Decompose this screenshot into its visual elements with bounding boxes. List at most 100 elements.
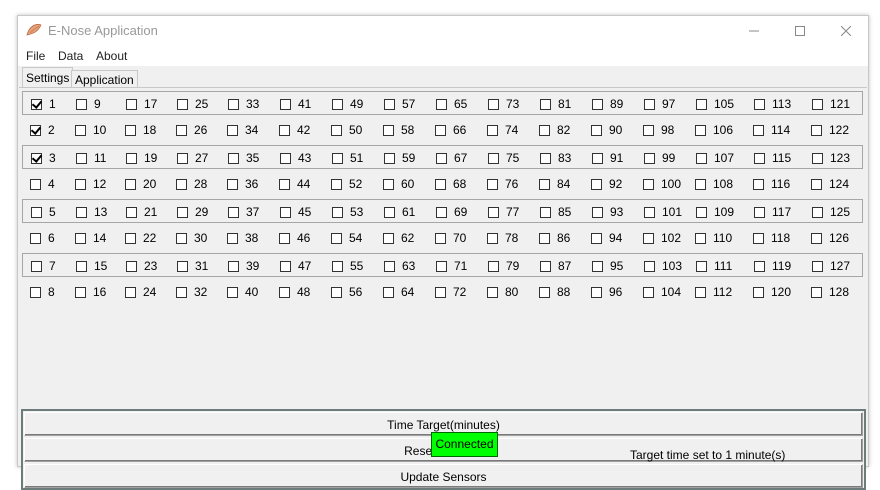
sensor-checkbox[interactable]: 9: [76, 97, 101, 111]
sensor-checkbox[interactable]: 100: [643, 177, 681, 191]
checkbox-unchecked-icon[interactable]: [487, 124, 498, 136]
sensor-checkbox[interactable]: 24: [125, 285, 156, 299]
checkbox-unchecked-icon[interactable]: [754, 98, 765, 110]
checkbox-unchecked-icon[interactable]: [176, 232, 187, 244]
checkbox-unchecked-icon[interactable]: [279, 124, 290, 136]
sensor-checkbox[interactable]: 62: [383, 231, 414, 245]
sensor-checkbox[interactable]: 4: [30, 177, 55, 191]
sensor-checkbox[interactable]: 75: [488, 151, 519, 165]
sensor-checkbox[interactable]: 45: [280, 205, 311, 219]
sensor-checkbox[interactable]: 22: [125, 231, 156, 245]
checkbox-unchecked-icon[interactable]: [591, 286, 602, 298]
checkbox-unchecked-icon[interactable]: [540, 152, 551, 164]
sensor-checkbox[interactable]: 115: [754, 151, 791, 165]
sensor-checkbox[interactable]: 64: [383, 285, 414, 299]
checkbox-unchecked-icon[interactable]: [540, 206, 551, 218]
sensor-checkbox[interactable]: 106: [695, 123, 733, 137]
sensor-checkbox[interactable]: 26: [176, 123, 207, 137]
checkbox-unchecked-icon[interactable]: [76, 260, 87, 272]
sensor-checkbox[interactable]: 116: [753, 177, 790, 191]
checkbox-unchecked-icon[interactable]: [539, 286, 550, 298]
sensor-checkbox[interactable]: 105: [696, 97, 734, 111]
sensor-checkbox[interactable]: 71: [436, 259, 467, 273]
sensor-checkbox[interactable]: 35: [228, 151, 259, 165]
sensor-checkbox[interactable]: 88: [539, 285, 570, 299]
sensor-checkbox[interactable]: 55: [332, 259, 363, 273]
checkbox-checked-icon[interactable]: [31, 98, 42, 110]
sensor-checkbox[interactable]: 77: [488, 205, 519, 219]
menu-file[interactable]: File: [26, 49, 45, 63]
sensor-checkbox[interactable]: 12: [75, 177, 106, 191]
sensor-checkbox[interactable]: 5: [31, 205, 56, 219]
sensor-checkbox[interactable]: 33: [228, 97, 259, 111]
checkbox-unchecked-icon[interactable]: [227, 232, 238, 244]
sensor-checkbox[interactable]: 89: [592, 97, 623, 111]
sensor-checkbox[interactable]: 38: [227, 231, 258, 245]
checkbox-unchecked-icon[interactable]: [331, 178, 342, 190]
sensor-checkbox[interactable]: 122: [811, 123, 849, 137]
checkbox-unchecked-icon[interactable]: [643, 124, 654, 136]
sensor-checkbox[interactable]: 61: [384, 205, 415, 219]
checkbox-unchecked-icon[interactable]: [177, 260, 188, 272]
checkbox-unchecked-icon[interactable]: [75, 178, 86, 190]
checkbox-checked-icon[interactable]: [31, 152, 42, 164]
sensor-checkbox[interactable]: 72: [435, 285, 466, 299]
sensor-checkbox[interactable]: 92: [591, 177, 622, 191]
sensor-checkbox[interactable]: 1: [31, 97, 56, 111]
checkbox-unchecked-icon[interactable]: [279, 286, 290, 298]
sensor-checkbox[interactable]: 23: [126, 259, 157, 273]
tab-settings[interactable]: Settings: [22, 67, 74, 88]
sensor-checkbox[interactable]: 123: [812, 151, 850, 165]
sensor-checkbox[interactable]: 60: [383, 177, 414, 191]
sensor-checkbox[interactable]: 86: [539, 231, 570, 245]
checkbox-unchecked-icon[interactable]: [695, 124, 706, 136]
checkbox-unchecked-icon[interactable]: [591, 232, 602, 244]
checkbox-unchecked-icon[interactable]: [383, 178, 394, 190]
checkbox-unchecked-icon[interactable]: [331, 232, 342, 244]
sensor-checkbox[interactable]: 93: [592, 205, 623, 219]
sensor-checkbox[interactable]: 15: [76, 259, 107, 273]
tab-application[interactable]: Application: [71, 70, 138, 88]
checkbox-unchecked-icon[interactable]: [125, 124, 136, 136]
sensor-checkbox[interactable]: 19: [126, 151, 157, 165]
checkbox-unchecked-icon[interactable]: [126, 152, 137, 164]
sensor-checkbox[interactable]: 21: [126, 205, 157, 219]
sensor-checkbox[interactable]: 87: [540, 259, 571, 273]
sensor-checkbox[interactable]: 57: [384, 97, 415, 111]
checkbox-unchecked-icon[interactable]: [488, 98, 499, 110]
sensor-checkbox[interactable]: 48: [279, 285, 310, 299]
sensor-checkbox[interactable]: 53: [332, 205, 363, 219]
checkbox-unchecked-icon[interactable]: [811, 286, 822, 298]
sensor-checkbox[interactable]: 76: [487, 177, 518, 191]
checkbox-unchecked-icon[interactable]: [331, 124, 342, 136]
checkbox-unchecked-icon[interactable]: [279, 232, 290, 244]
checkbox-unchecked-icon[interactable]: [592, 152, 603, 164]
checkbox-unchecked-icon[interactable]: [754, 152, 765, 164]
sensor-checkbox[interactable]: 108: [695, 177, 733, 191]
checkbox-unchecked-icon[interactable]: [812, 98, 823, 110]
checkbox-unchecked-icon[interactable]: [754, 206, 765, 218]
checkbox-unchecked-icon[interactable]: [436, 260, 447, 272]
checkbox-unchecked-icon[interactable]: [811, 232, 822, 244]
menu-about[interactable]: About: [96, 49, 127, 63]
checkbox-unchecked-icon[interactable]: [176, 124, 187, 136]
checkbox-unchecked-icon[interactable]: [812, 206, 823, 218]
minimize-button[interactable]: [731, 16, 777, 46]
checkbox-unchecked-icon[interactable]: [227, 286, 238, 298]
checkbox-unchecked-icon[interactable]: [228, 152, 239, 164]
checkbox-unchecked-icon[interactable]: [30, 232, 41, 244]
checkbox-unchecked-icon[interactable]: [695, 178, 706, 190]
checkbox-unchecked-icon[interactable]: [591, 124, 602, 136]
sensor-checkbox[interactable]: 56: [331, 285, 362, 299]
sensor-checkbox[interactable]: 17: [126, 97, 157, 111]
checkbox-unchecked-icon[interactable]: [643, 232, 654, 244]
sensor-checkbox[interactable]: 7: [31, 259, 56, 273]
checkbox-unchecked-icon[interactable]: [280, 98, 291, 110]
sensor-checkbox[interactable]: 29: [177, 205, 208, 219]
sensor-checkbox[interactable]: 40: [227, 285, 258, 299]
sensor-checkbox[interactable]: 70: [435, 231, 466, 245]
checkbox-unchecked-icon[interactable]: [279, 178, 290, 190]
checkbox-unchecked-icon[interactable]: [177, 152, 188, 164]
sensor-checkbox[interactable]: 44: [279, 177, 310, 191]
connection-status-button[interactable]: Connected: [431, 432, 498, 457]
